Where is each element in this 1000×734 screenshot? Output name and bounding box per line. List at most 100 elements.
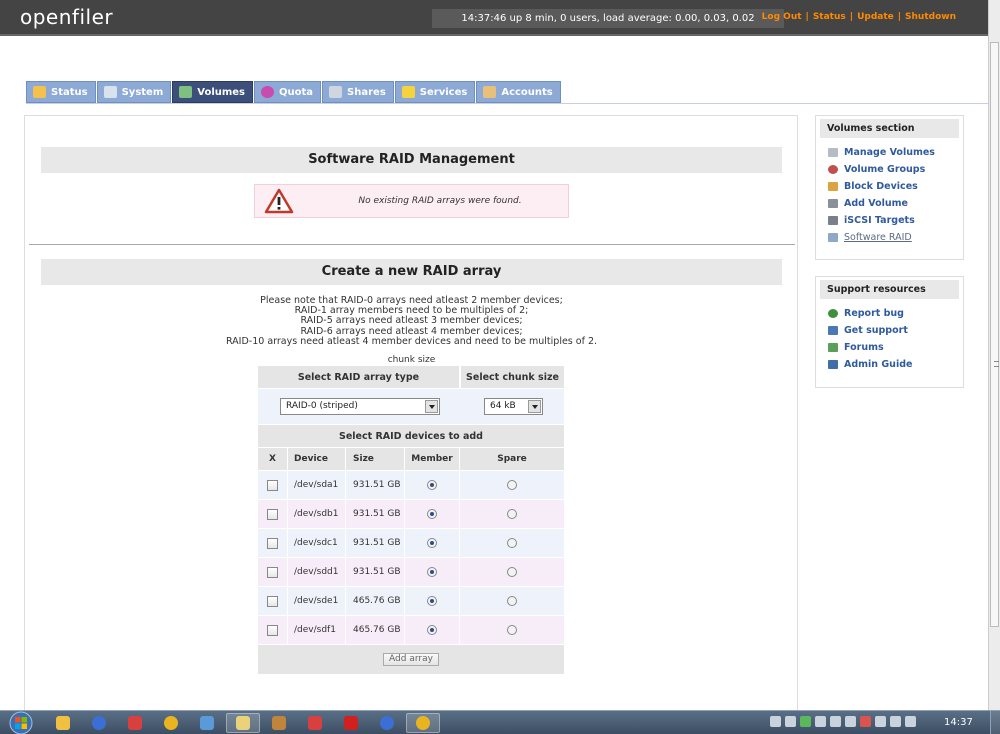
spare-radio[interactable] xyxy=(507,596,517,606)
chunk-size-select[interactable]: 64 kB xyxy=(484,398,543,415)
tab-volumes[interactable]: Volumes xyxy=(172,81,254,103)
tray-icon[interactable] xyxy=(860,716,871,727)
devices-header: Select RAID devices to add xyxy=(258,425,564,448)
device-checkbox[interactable] xyxy=(267,566,278,578)
taskbar-file-manager[interactable] xyxy=(46,713,80,733)
taskbar-pdf[interactable] xyxy=(334,713,368,733)
member-radio[interactable] xyxy=(427,509,437,519)
member-radio[interactable] xyxy=(427,480,437,490)
tab-shares[interactable]: Shares xyxy=(322,81,394,103)
support-resources-box: Support resources Report bug Get support… xyxy=(815,276,964,388)
device-checkbox[interactable] xyxy=(267,624,278,636)
tray-icon[interactable] xyxy=(770,716,781,727)
taskbar-folder[interactable] xyxy=(226,713,260,733)
member-radio[interactable] xyxy=(427,596,437,606)
taskbar-remote-app[interactable] xyxy=(82,713,116,733)
taskbar-network-app[interactable] xyxy=(190,713,224,733)
sidebar-item-volume-groups[interactable]: Volume Groups xyxy=(828,161,963,178)
show-desktop-button[interactable] xyxy=(990,711,1000,734)
volume-groups-icon xyxy=(828,165,838,174)
remote-app-2-icon xyxy=(380,716,394,730)
table-row: /dev/sda1 931.51 GB xyxy=(258,471,564,500)
device-size: 465.76 GB xyxy=(346,616,405,644)
volumes-section-title: Volumes section xyxy=(820,119,959,138)
tray-icon[interactable] xyxy=(905,716,916,727)
taskbar-user-app[interactable] xyxy=(262,713,296,733)
chrome-icon xyxy=(164,716,178,730)
get-support-icon xyxy=(828,326,838,335)
system-tray xyxy=(770,716,920,727)
spare-radio[interactable] xyxy=(507,480,517,490)
taskbar-chrome[interactable] xyxy=(154,713,188,733)
mail-app-icon xyxy=(128,716,142,730)
update-link[interactable]: Update xyxy=(853,12,898,22)
logout-link[interactable]: Log Out xyxy=(758,12,806,22)
raid-type-select[interactable]: RAID-0 (striped) xyxy=(280,398,440,415)
tray-icon[interactable] xyxy=(845,716,856,727)
main-tabs: Status System Volumes Quota Shares Servi… xyxy=(26,81,562,103)
spare-radio[interactable] xyxy=(507,625,517,635)
sidebar-item-manage-volumes[interactable]: Manage Volumes xyxy=(828,144,963,161)
software-raid-icon xyxy=(828,233,838,242)
user-app-icon xyxy=(272,716,286,730)
warning-icon xyxy=(264,188,294,214)
device-checkbox[interactable] xyxy=(267,595,278,607)
top-links: Log Out | Status | Update | Shutdown xyxy=(758,12,960,22)
member-radio[interactable] xyxy=(427,538,437,548)
volumes-section-box: Volumes section Manage Volumes Volume Gr… xyxy=(815,115,964,260)
sidebar-item-get-support[interactable]: Get support xyxy=(828,322,963,339)
mail-app-2-icon xyxy=(308,716,322,730)
devices-column-headers: X Device Size Member Spare xyxy=(258,448,564,471)
openfiler-logo[interactable]: openfiler xyxy=(20,5,113,29)
table-row: /dev/sdb1 931.51 GB xyxy=(258,500,564,529)
scrollbar-thumb[interactable] xyxy=(990,42,999,627)
sidebar-item-add-volume[interactable]: Add Volume xyxy=(828,195,963,212)
sidebar-item-report-bug[interactable]: Report bug xyxy=(828,305,963,322)
tab-services[interactable]: Services xyxy=(394,81,476,103)
sidebar-item-software-raid[interactable]: Software RAID xyxy=(828,229,963,246)
tray-icon[interactable] xyxy=(890,716,901,727)
vertical-scrollbar[interactable] xyxy=(988,0,1000,710)
spare-radio[interactable] xyxy=(507,567,517,577)
tray-icon[interactable] xyxy=(815,716,826,727)
sidebar-item-block-devices[interactable]: Block Devices xyxy=(828,178,963,195)
shutdown-link[interactable]: Shutdown xyxy=(901,12,960,22)
taskbar-remote-app-2[interactable] xyxy=(370,713,404,733)
tray-icon[interactable] xyxy=(875,716,886,727)
report-bug-icon xyxy=(828,309,838,318)
notice-message: No existing RAID arrays were found. xyxy=(358,196,522,206)
device-name: /dev/sde1 xyxy=(288,587,346,615)
tab-accounts[interactable]: Accounts xyxy=(476,81,561,103)
sidebar-item-forums[interactable]: Forums xyxy=(828,339,963,356)
taskbar-mail-app-2[interactable] xyxy=(298,713,332,733)
tray-icon[interactable] xyxy=(800,716,811,727)
forums-icon xyxy=(828,343,838,352)
spare-radio[interactable] xyxy=(507,538,517,548)
chrome-2-icon xyxy=(416,716,430,730)
tab-system[interactable]: System xyxy=(96,81,172,103)
raid-type-header: Select RAID array type xyxy=(258,366,461,389)
windows-start-icon[interactable] xyxy=(4,711,38,734)
device-checkbox[interactable] xyxy=(267,537,278,549)
manage-volumes-icon xyxy=(828,148,838,157)
taskbar-mail-app[interactable] xyxy=(118,713,152,733)
status-link[interactable]: Status xyxy=(809,12,850,22)
sidebar-item-admin-guide[interactable]: Admin Guide xyxy=(828,356,963,373)
raid-form: Select RAID array type Select chunk size… xyxy=(258,366,564,674)
tab-status[interactable]: Status xyxy=(26,81,96,103)
tray-icon[interactable] xyxy=(785,716,796,727)
member-radio[interactable] xyxy=(427,625,437,635)
uptime-status: 14:37:46 up 8 min, 0 users, load average… xyxy=(432,9,784,28)
tab-quota[interactable]: Quota xyxy=(254,81,322,103)
add-array-button[interactable]: Add array xyxy=(383,653,439,666)
tray-icon[interactable] xyxy=(830,716,841,727)
device-checkbox[interactable] xyxy=(267,479,278,491)
device-checkbox[interactable] xyxy=(267,508,278,520)
accounts-icon xyxy=(483,86,497,98)
device-size: 465.76 GB xyxy=(346,587,405,615)
spare-radio[interactable] xyxy=(507,509,517,519)
sidebar-item-iscsi-targets[interactable]: iSCSI Targets xyxy=(828,212,963,229)
member-radio[interactable] xyxy=(427,567,437,577)
taskbar-chrome-2[interactable] xyxy=(406,713,440,733)
taskbar-clock[interactable]: 14:37 xyxy=(944,717,973,728)
